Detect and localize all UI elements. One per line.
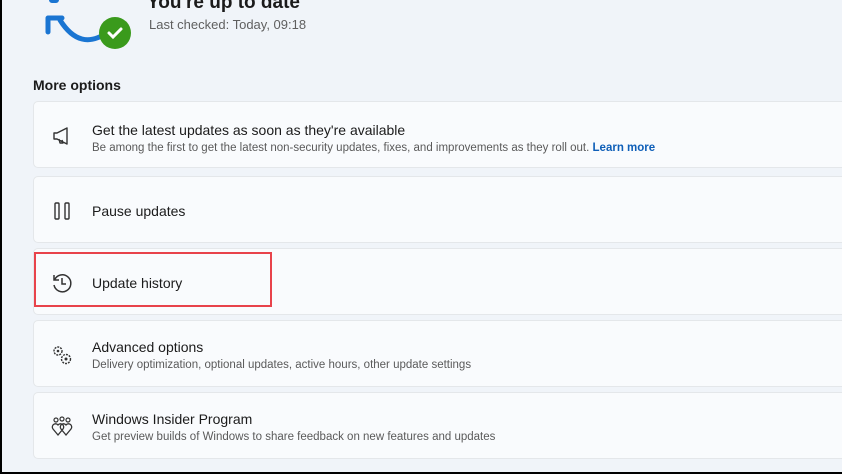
option-pause-updates[interactable]: Pause updates — [33, 176, 842, 243]
settings-window: You're up to date Last checked: Today, 0… — [2, 0, 842, 472]
option-advanced-options[interactable]: Advanced options Delivery optimization, … — [33, 320, 842, 387]
option-label: Advanced options — [92, 339, 204, 355]
highlight-box — [34, 252, 272, 307]
option-desc: Delivery optimization, optional updates,… — [92, 359, 472, 371]
learn-more-link[interactable]: Learn more — [593, 142, 656, 154]
option-desc: Be among the first to get the latest non… — [92, 142, 590, 154]
option-insider-program[interactable]: Windows Insider Program Get preview buil… — [33, 392, 842, 459]
pause-icon — [54, 202, 70, 220]
option-desc: Get preview builds of Windows to share f… — [92, 431, 496, 443]
megaphone-icon — [53, 127, 68, 145]
status-title: You're up to date — [147, 0, 301, 13]
gears-icon — [53, 346, 72, 365]
option-label: Pause updates — [92, 203, 186, 219]
last-checked: Last checked: Today, 09:18 — [149, 17, 307, 32]
section-title: More options — [33, 77, 121, 93]
insider-hearts-icon — [51, 416, 73, 437]
option-label: Get the latest updates as soon as they'r… — [92, 122, 406, 138]
option-label: Windows Insider Program — [92, 411, 253, 427]
update-status-icon — [45, 0, 131, 49]
option-latest-updates[interactable]: Get the latest updates as soon as they'r… — [33, 101, 842, 168]
